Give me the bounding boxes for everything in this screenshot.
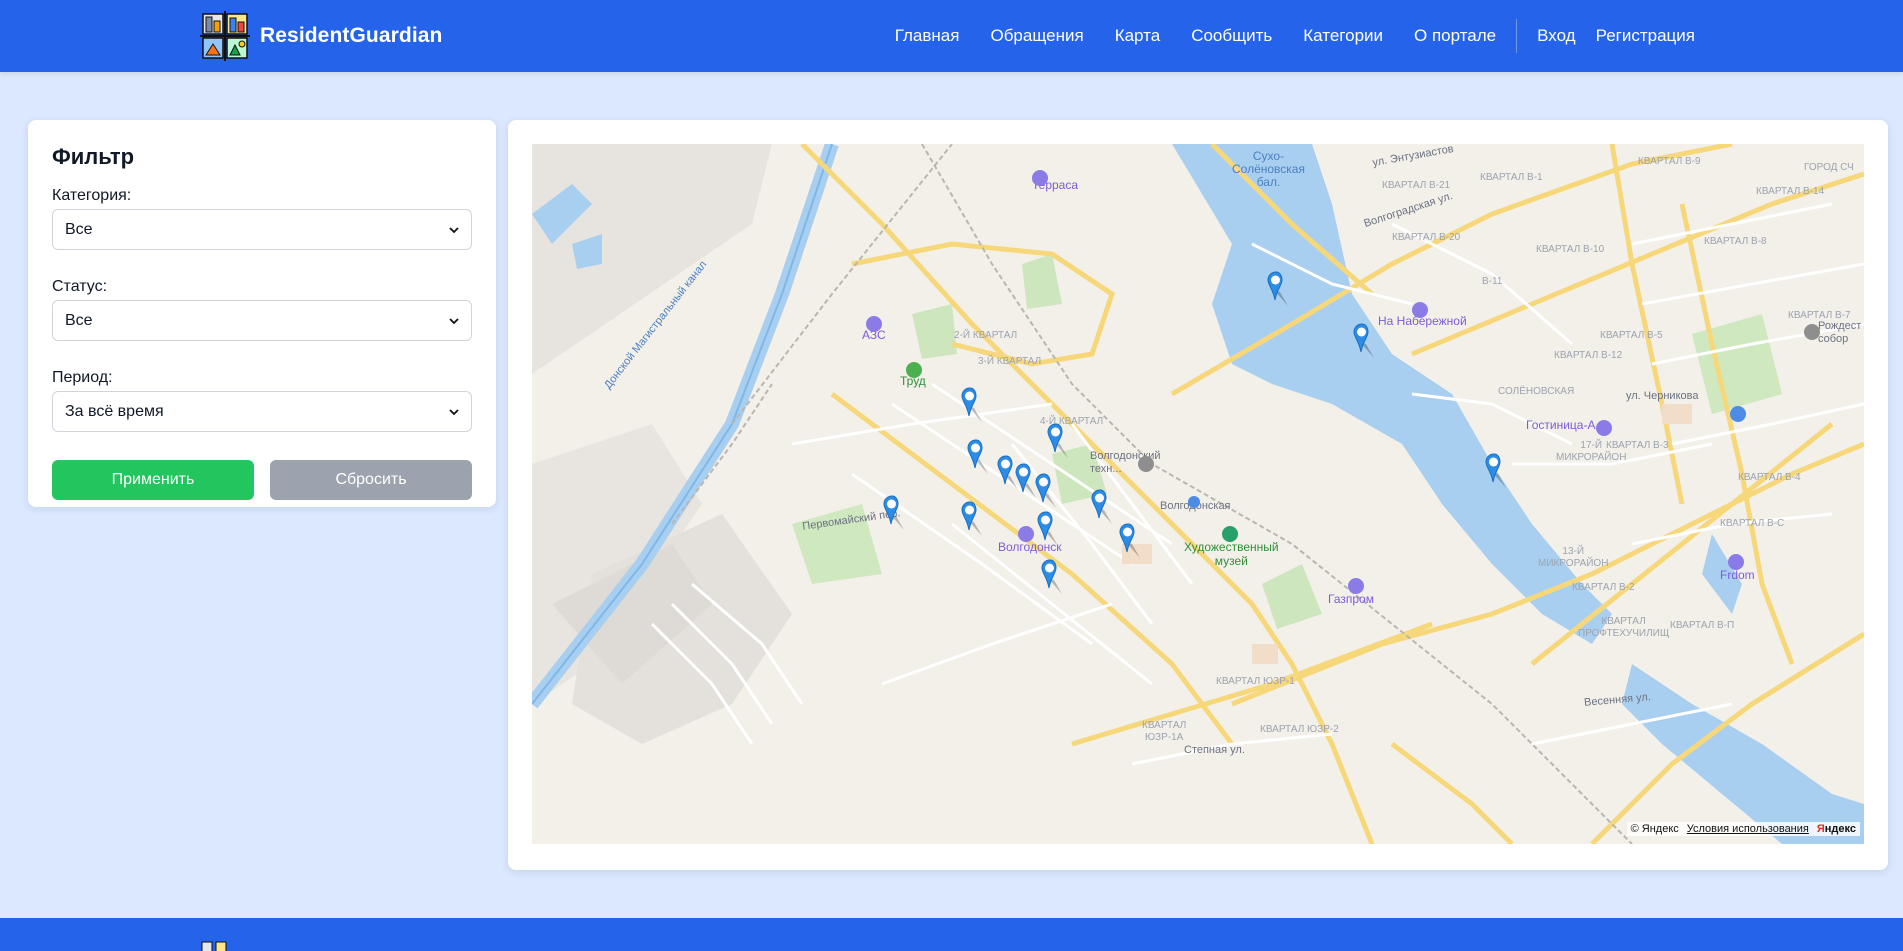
shop-icon[interactable] xyxy=(1730,406,1746,422)
district-label: КВАРТАЛ В-8 xyxy=(1704,236,1767,247)
category-select[interactable]: Все xyxy=(52,209,472,250)
category-label: Категория: xyxy=(52,187,132,204)
issue-marker-icon[interactable] xyxy=(1036,510,1062,550)
hotel-icon[interactable] xyxy=(1728,554,1744,570)
nav-report[interactable]: Сообщить xyxy=(1191,26,1272,46)
district-label: КВАРТАЛ ЮЗР-2 xyxy=(1260,724,1339,735)
city-logo-icon xyxy=(201,941,227,951)
yandex-logo[interactable]: Яндекс xyxy=(1817,823,1856,835)
issue-marker-icon[interactable] xyxy=(1352,322,1378,362)
nav-home[interactable]: Главная xyxy=(895,26,960,46)
issue-marker-icon[interactable] xyxy=(1118,522,1144,562)
district-label: 3-Й КВАРТАЛ xyxy=(978,356,1042,367)
issue-marker-icon[interactable] xyxy=(960,500,986,540)
nav-about[interactable]: О портале xyxy=(1414,26,1496,46)
issue-marker-icon[interactable] xyxy=(1484,452,1510,492)
district-label: ГОРОД СЧ xyxy=(1804,162,1854,173)
district-label: 2-Й КВАРТАЛ xyxy=(954,330,1018,341)
issue-marker-icon[interactable] xyxy=(1046,422,1072,462)
church-icon[interactable] xyxy=(1804,324,1820,340)
reset-button[interactable]: Сбросить xyxy=(270,460,472,500)
street-label: ул. Черникова xyxy=(1626,390,1699,402)
issue-marker-icon[interactable] xyxy=(960,386,986,426)
museum-icon[interactable] xyxy=(1222,526,1238,542)
district-label: КВАРТАЛ В-14 xyxy=(1756,186,1825,197)
stadium-icon[interactable] xyxy=(906,362,922,378)
district-label: КВАРТАЛ В-П xyxy=(1670,620,1735,631)
top-navbar: ResidentGuardian Главная Обращения Карта… xyxy=(0,0,1903,72)
city-logo-icon xyxy=(200,11,250,61)
hotel-icon[interactable] xyxy=(1032,170,1048,186)
district-label: КВАРТАЛ В-9 xyxy=(1638,156,1701,167)
map-panel: Сухо- Солёновская бал. Терраса АЗС Труд … xyxy=(508,120,1888,870)
issue-marker-icon[interactable] xyxy=(882,494,908,534)
district-label: КВАРТАЛ ЮЗР-1А xyxy=(1142,720,1187,743)
chevron-down-icon xyxy=(449,226,459,233)
fuel-icon[interactable] xyxy=(866,316,882,332)
poi-museum[interactable]: Художественный музей xyxy=(1184,540,1279,568)
poi-gazprom[interactable]: Газпром xyxy=(1328,592,1374,606)
hotel-icon[interactable] xyxy=(1018,526,1034,542)
issues-map[interactable]: Сухо- Солёновская бал. Терраса АЗС Труд … xyxy=(532,144,1864,844)
poi-sobor[interactable]: Рождест собор xyxy=(1818,320,1861,346)
issue-marker-icon[interactable] xyxy=(1266,270,1292,310)
status-label: Статус: xyxy=(52,278,108,295)
district-label: КВАРТАЛ ЮЗР-1 xyxy=(1216,676,1295,687)
poi-frdom[interactable]: Frdom xyxy=(1720,568,1755,582)
period-select-value: За всё время xyxy=(65,402,164,420)
map-base-layer xyxy=(532,144,1864,844)
nav-requests[interactable]: Обращения xyxy=(990,26,1083,46)
footer xyxy=(0,918,1903,951)
district-label: КВАРТАЛ В-10 xyxy=(1536,244,1605,255)
district-label: КВАРТАЛ В-1 xyxy=(1480,172,1543,183)
district-label: КВАРТАЛ В-20 xyxy=(1392,232,1461,243)
district-label: КВАРТАЛ В-2 xyxy=(1572,582,1635,593)
reservoir-label: Сухо- Солёновская бал. xyxy=(1232,149,1305,189)
brand-link[interactable]: ResidentGuardian xyxy=(200,10,442,62)
category-select-value: Все xyxy=(65,220,93,238)
filter-panel: Фильтр Категория: Все Статус: Все Период… xyxy=(28,120,496,507)
district-label: КВАРТАЛ В-4 xyxy=(1738,472,1801,483)
hotel-icon[interactable] xyxy=(1596,420,1612,436)
issue-marker-icon[interactable] xyxy=(1034,472,1060,512)
issue-marker-icon[interactable] xyxy=(966,438,992,478)
hotel-icon[interactable] xyxy=(1412,302,1428,318)
chevron-down-icon xyxy=(449,408,459,415)
brand-name: ResidentGuardian xyxy=(260,24,443,47)
district-label: В-11 xyxy=(1482,276,1503,287)
nav-login[interactable]: Вход xyxy=(1537,26,1575,46)
district-label: 13-Й МИКРОРАЙОН xyxy=(1538,546,1609,569)
district-label: СОЛЁНОВСКАЯ xyxy=(1498,386,1575,397)
district-label: КВАРТАЛ В-С xyxy=(1720,518,1785,529)
copyright-text: © Яндекс xyxy=(1630,823,1679,835)
district-label: КВАРТАЛ В-5 xyxy=(1600,330,1663,341)
period-label: Период: xyxy=(52,369,113,386)
filter-title: Фильтр xyxy=(52,144,135,169)
district-label: КВАРТАЛ В-12 xyxy=(1554,350,1623,361)
status-select-value: Все xyxy=(65,311,93,329)
nav-register[interactable]: Регистрация xyxy=(1596,26,1695,46)
street-label: Степная ул. xyxy=(1184,744,1245,756)
district-label: КВАРТАЛ В-7 xyxy=(1788,310,1851,321)
main-nav: Главная Обращения Карта Сообщить Категор… xyxy=(864,0,1695,72)
nav-divider xyxy=(1516,19,1518,53)
map-copyright: © Яндекс Условия использования Яндекс xyxy=(1626,822,1860,836)
nav-map[interactable]: Карта xyxy=(1115,26,1161,46)
district-label: КВАРТАЛ В-3 xyxy=(1606,440,1669,451)
terms-link[interactable]: Условия использования xyxy=(1687,823,1809,835)
district-label: КВАРТАЛ В-21 xyxy=(1382,180,1451,191)
period-select[interactable]: За всё время xyxy=(52,391,472,432)
apply-button[interactable]: Применить xyxy=(52,460,254,500)
chevron-down-icon xyxy=(449,317,459,324)
railway-station-icon[interactable] xyxy=(1188,496,1200,508)
issue-marker-icon[interactable] xyxy=(1090,488,1116,528)
issue-marker-icon[interactable] xyxy=(1040,558,1066,598)
fuel-icon[interactable] xyxy=(1348,578,1364,594)
school-icon[interactable] xyxy=(1138,456,1154,472)
poi-gostinica[interactable]: Гостиница-А xyxy=(1526,418,1595,432)
district-label: КВАРТАЛ ПРОФТЕХУЧИЛИЩ xyxy=(1578,616,1670,639)
status-select[interactable]: Все xyxy=(52,300,472,341)
nav-categories[interactable]: Категории xyxy=(1303,26,1383,46)
